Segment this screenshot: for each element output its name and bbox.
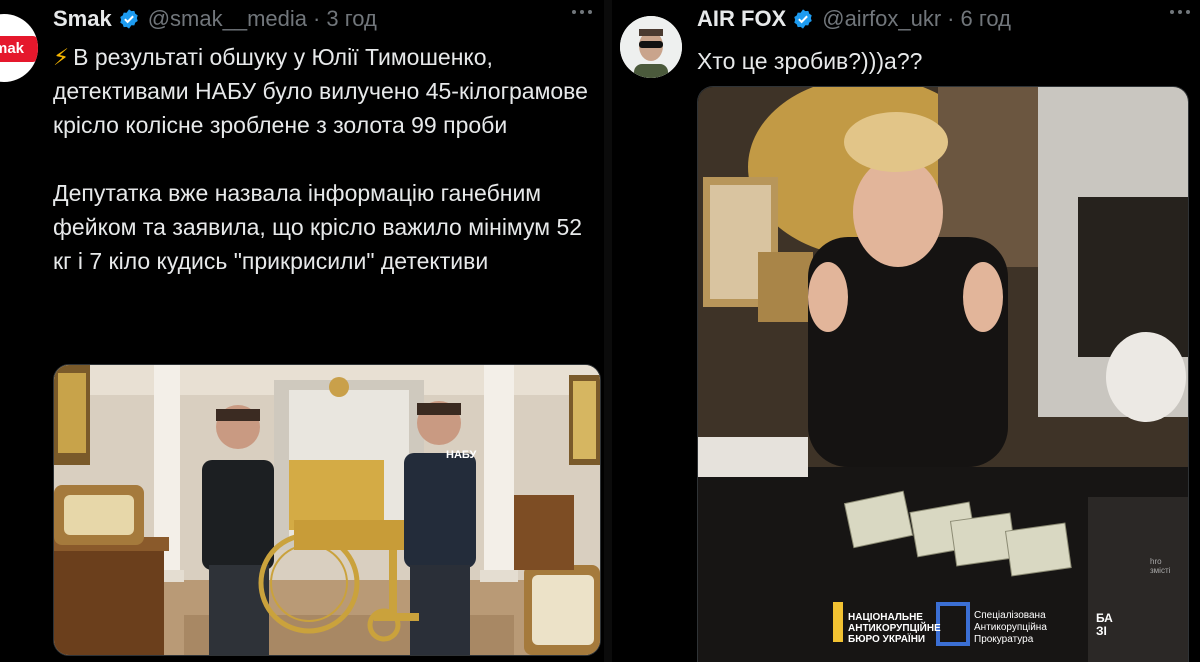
tweet-smak[interactable]: mak Smak @smak__media · 3 год ⚡ В результ… bbox=[0, 0, 612, 662]
tweet-text: Хто це зробив?)))а?? bbox=[697, 48, 923, 74]
timestamp[interactable]: 6 год bbox=[961, 6, 1011, 32]
author-name[interactable]: AIR FOX bbox=[697, 6, 786, 32]
bazi-logo: БА ЗІ bbox=[1096, 611, 1113, 638]
smak-logo: mak bbox=[0, 36, 38, 62]
watermark-bottom: змісті bbox=[1150, 566, 1171, 575]
separator: · bbox=[313, 6, 321, 31]
timestamp[interactable]: 3 год bbox=[326, 6, 376, 32]
nabu-logo: НАЦІОНАЛЬНЕ АНТИКОРУПЦІЙНЕ БЮРО УКРАЇНИ bbox=[848, 612, 941, 645]
avatar[interactable] bbox=[620, 16, 682, 78]
tweet-photo-tymoshenko-money[interactable]: НАЦІОНАЛЬНЕ АНТИКОРУПЦІЙНЕ БЮРО УКРАЇНИ … bbox=[697, 86, 1189, 662]
more-options-icon[interactable] bbox=[1170, 10, 1190, 14]
lightning-icon: ⚡ bbox=[53, 44, 70, 70]
watermark: hro змісті bbox=[1150, 557, 1170, 575]
avatar-image bbox=[620, 16, 682, 78]
tweet-header: Smak @smak__media · 3 год bbox=[53, 6, 377, 32]
vest-label: НАБУ bbox=[446, 449, 477, 461]
author-handle[interactable]: @airfox_ukr bbox=[822, 6, 941, 32]
verified-badge-icon bbox=[792, 8, 814, 30]
tweet-photo-golden-wheelchair[interactable]: НАБУ bbox=[53, 364, 601, 656]
watermark-top: hro bbox=[1150, 557, 1162, 566]
tweet-airfox[interactable]: AIR FOX @airfox_ukr · 6 год Хто це зроби… bbox=[612, 0, 1200, 662]
separator: · bbox=[947, 6, 955, 31]
sap-logo: Спеціалізована Антикорупційна Прокуратур… bbox=[974, 610, 1047, 645]
tweet-body: В результаті обшуку у Юлії Тимошенко, де… bbox=[53, 44, 588, 274]
avatar[interactable]: mak bbox=[0, 14, 38, 82]
tweet-text: ⚡ В результаті обшуку у Юлії Тимошенко, д… bbox=[53, 40, 598, 278]
verified-badge-icon bbox=[118, 8, 140, 30]
more-options-icon[interactable] bbox=[572, 10, 592, 14]
tweet-header: AIR FOX @airfox_ukr · 6 год bbox=[697, 6, 1011, 32]
author-name[interactable]: Smak bbox=[53, 6, 112, 32]
author-handle[interactable]: @smak__media bbox=[148, 6, 307, 32]
